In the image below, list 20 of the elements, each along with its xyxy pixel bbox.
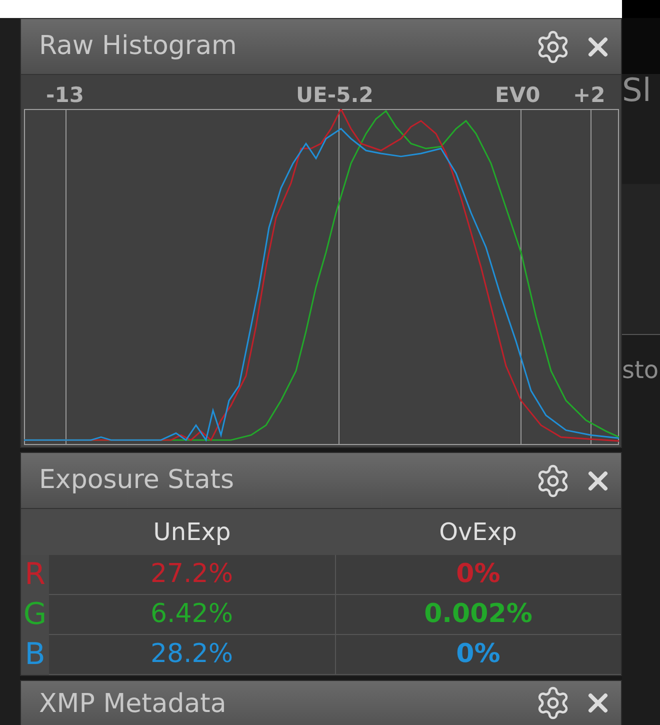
background-text: Sl [622, 74, 652, 106]
column-header: OvExp [439, 517, 517, 548]
background-text: sto [622, 354, 659, 386]
panel-title: XMP Metadata [39, 688, 226, 721]
table-cell: 27.2% [49, 555, 336, 595]
axis-label: UE-5.2 [296, 85, 374, 106]
panel-title: Exposure Stats [39, 464, 234, 497]
channel-label: G [23, 600, 47, 630]
axis-label: +2 [573, 85, 606, 106]
table-cell: 0.002% [336, 595, 621, 635]
axis-label: EV0 [495, 85, 540, 106]
channel-label: R [24, 560, 46, 590]
panel-title: Raw Histogram [39, 30, 237, 63]
table-cell: 0% [336, 635, 621, 675]
column-header: UnExp [153, 517, 231, 548]
axis-label: -13 [46, 85, 84, 106]
table-cell: 6.42% [49, 595, 336, 635]
table-cell: 0% [336, 555, 621, 595]
channel-label: B [24, 640, 46, 670]
table-cell: 28.2% [49, 635, 336, 675]
